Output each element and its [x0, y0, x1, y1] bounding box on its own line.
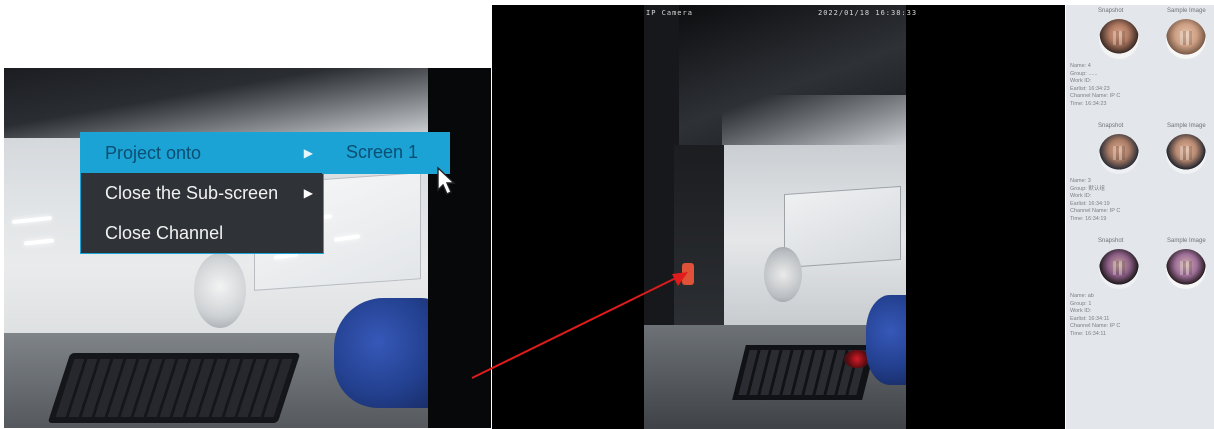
- face-name: Name: ab: [1070, 293, 1094, 299]
- snapshot-header: Snapshot: [1098, 123, 1124, 129]
- menu-item-close-sub-screen[interactable]: Close the Sub-screen ▶: [81, 173, 323, 213]
- menu-item-close-channel[interactable]: Close Channel: [81, 213, 323, 253]
- whiteboard: [784, 185, 901, 269]
- sample-image-header: Sample Image: [1167, 238, 1206, 244]
- face-work-id: Work ID:: [1070, 308, 1092, 315]
- face-time: Time: 16:34:19: [1070, 215, 1107, 222]
- context-menu: Project onto ▶ Close the Sub-screen ▶ Cl…: [80, 132, 324, 254]
- face-recognition-panel: Snapshot Sample Image Name: 4 Group: ...…: [1066, 5, 1214, 429]
- chevron-right-icon: ▶: [303, 186, 313, 200]
- ceiling: [679, 5, 906, 145]
- snapshot-image[interactable]: [1099, 134, 1139, 174]
- face-group: Group: 默认组: [1070, 185, 1105, 192]
- person-in-doorway: [682, 263, 694, 285]
- doorway: [674, 145, 724, 330]
- face-channel: Channel Name: IP C: [1070, 323, 1121, 330]
- sample-image-header: Sample Image: [1167, 123, 1206, 129]
- sample-image-header: Sample Image: [1167, 8, 1206, 14]
- snapshot-image[interactable]: [1099, 249, 1139, 289]
- osd-camera-name: IP Camera: [646, 9, 693, 17]
- face-work-id: Work ID:: [1070, 78, 1092, 85]
- face-earliest: Earlist: 16:34:11: [1070, 315, 1110, 322]
- face-channel: Channel Name: IP C: [1070, 208, 1121, 215]
- face-info: Name: 4 Group: ...... Work ID: Earlist: …: [1070, 63, 1120, 109]
- face-earliest: Earlist: 16:34:23: [1070, 85, 1110, 92]
- mouse-pointer-icon: [437, 166, 456, 195]
- right-camera-view[interactable]: IP Camera 2022/01/18 16:38:33: [492, 5, 1065, 429]
- face-group: Group: 1: [1070, 300, 1092, 307]
- face-name: Name: 4: [1070, 63, 1091, 69]
- face-work-id: Work ID:: [1070, 193, 1092, 200]
- osd-timestamp: 2022/01/18 16:38:33: [818, 9, 918, 17]
- dark-edge: [428, 68, 491, 428]
- face-time: Time: 16:34:23: [1070, 100, 1107, 107]
- snapshot-header: Snapshot: [1098, 238, 1124, 244]
- chevron-right-icon: ▶: [303, 146, 313, 160]
- submenu-item-label: Screen 1: [346, 142, 419, 162]
- camera-feed: [644, 5, 906, 429]
- submenu-item-screen-1[interactable]: Screen 1: [322, 132, 450, 172]
- submenu: Screen 1: [322, 132, 450, 174]
- menu-item-label: Close the Sub-screen: [105, 183, 279, 203]
- ceiling: [4, 68, 428, 138]
- face-group: Group: ......: [1070, 70, 1098, 77]
- sample-image[interactable]: [1166, 19, 1206, 59]
- snapshot-image[interactable]: [1099, 19, 1139, 59]
- face-info: Name: ab Group: 1 Work ID: Earlist: 16:3…: [1070, 293, 1120, 339]
- face-channel: Channel Name: IP C: [1070, 93, 1121, 100]
- menu-item-label: Close Channel: [105, 223, 224, 243]
- menu-item-label: Project onto: [105, 143, 202, 163]
- desk-fan: [764, 247, 802, 302]
- face-time: Time: 16:34:11: [1070, 330, 1107, 337]
- sample-image[interactable]: [1166, 134, 1206, 174]
- face-name: Name: 3: [1070, 178, 1091, 184]
- menu-item-project-onto[interactable]: Project onto ▶: [81, 133, 323, 173]
- person-jacket: [866, 295, 906, 385]
- sample-image[interactable]: [1166, 249, 1206, 289]
- face-earliest: Earlist: 16:34:19: [1070, 200, 1110, 207]
- desk-fan: [194, 253, 246, 328]
- snapshot-header: Snapshot: [1098, 8, 1124, 14]
- keyboard: [47, 353, 301, 423]
- face-info: Name: 3 Group: 默认组 Work ID: Earlist: 16:…: [1070, 178, 1120, 224]
